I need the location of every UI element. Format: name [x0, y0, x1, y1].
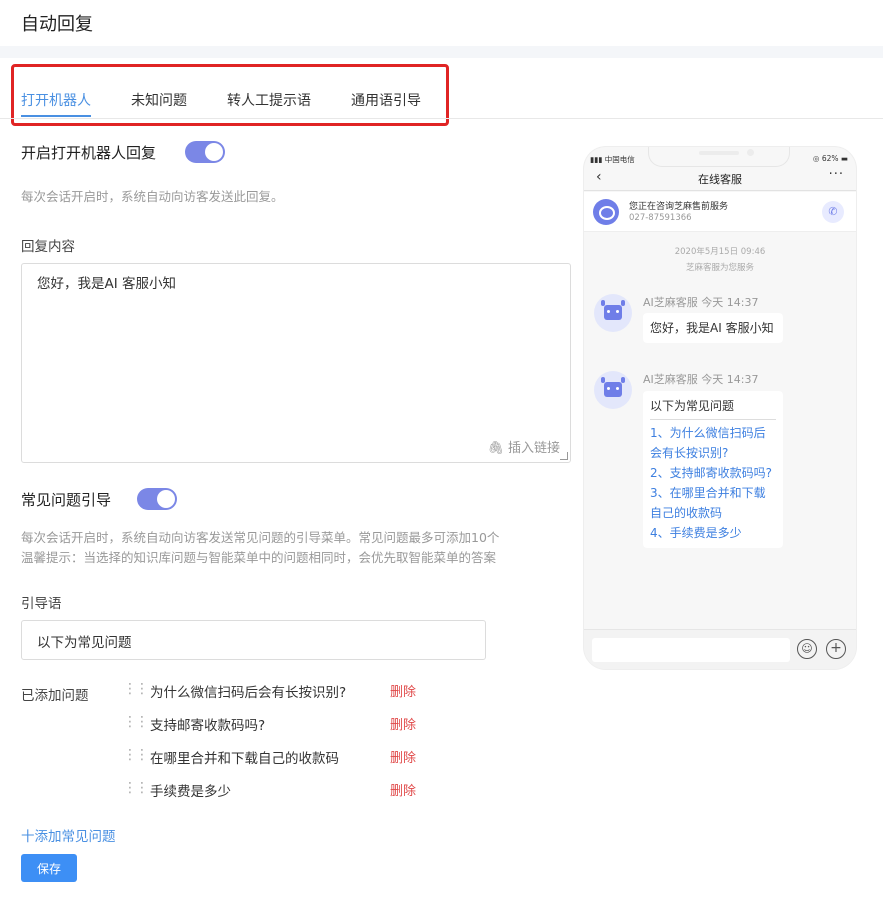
bot-reply-title: 开启打开机器人回复: [21, 144, 157, 162]
faq-guide-hint: 每次会话开启时，系统自动向访客发送常见问题的引导菜单。常见问题最多可添加10个: [21, 530, 500, 545]
faq-message-bubble: 以下为常见问题 1、为什么微信扫码后会有长按识别? 2、支持邮寄收款码吗? 3、…: [643, 391, 783, 548]
faq-question: 在哪里合并和下载自己的收款码: [150, 751, 339, 767]
faq-message-title: 以下为常见问题: [650, 399, 735, 413]
carrier-label: ▮▮▮ 中国电信: [590, 154, 635, 165]
reply-content-textarea[interactable]: 您好，我是AI 客服小知 🖇 插入链接: [21, 263, 571, 463]
drag-handle-icon[interactable]: ⋮⋮: [123, 681, 149, 697]
save-button[interactable]: 保存: [21, 854, 77, 882]
faq-question: 为什么微信扫码后会有长按识别?: [150, 685, 347, 701]
faq-item: ⋮⋮ 支持邮寄收款码吗? 删除: [120, 714, 440, 736]
battery-label: ◎ 62% ▬: [812, 154, 848, 163]
plus-icon[interactable]: +: [826, 639, 846, 659]
delete-button[interactable]: 删除: [390, 681, 416, 700]
message-meta: AI芝麻客服 今天 14:37: [643, 296, 759, 309]
toggle-knob: [157, 490, 175, 508]
consult-phone: 027-87591366: [629, 213, 692, 223]
reply-content-text: 您好，我是AI 客服小知: [37, 276, 177, 292]
chat-date: 2020年5月15日 09:46: [674, 247, 766, 257]
phone-notch: [648, 147, 790, 167]
faq-item: ⋮⋮ 为什么微信扫码后会有长按识别? 删除: [120, 681, 440, 703]
service-avatar: [593, 199, 619, 225]
message-bubble: 您好，我是AI 客服小知: [643, 313, 783, 343]
battery-text: 62%: [821, 154, 839, 163]
battery-icon: ◎: [812, 154, 820, 163]
faq-link[interactable]: 3、在哪里合并和下载自己的收款码: [650, 483, 776, 523]
message-meta: AI芝麻客服 今天 14:37: [643, 373, 759, 386]
emoji-icon[interactable]: ☺: [797, 639, 817, 659]
chat-input[interactable]: [592, 638, 790, 662]
speaker-icon: [699, 151, 739, 155]
faq-question: 手续费是多少: [150, 784, 231, 800]
faq-link[interactable]: 1、为什么微信扫码后会有长按识别?: [650, 423, 776, 463]
insert-link-button[interactable]: 🖇 插入链接: [487, 437, 560, 456]
faq-guide-title: 常见问题引导: [21, 491, 112, 509]
delete-button[interactable]: 删除: [390, 714, 416, 733]
phone-call-icon[interactable]: ✆: [822, 201, 844, 223]
bot-reply-hint: 每次会话开启时，系统自动向访客发送此回复。: [21, 189, 284, 204]
paperclip-icon: 🖇: [487, 441, 504, 456]
title-divider: [0, 46, 883, 58]
tab-transfer-prompt[interactable]: 转人工提示语: [227, 90, 311, 110]
added-questions-label: 已添加问题: [21, 688, 89, 704]
faq-link[interactable]: 2、支持邮寄收款码吗?: [650, 463, 776, 483]
delete-button[interactable]: 删除: [390, 747, 416, 766]
delete-button[interactable]: 删除: [390, 780, 416, 799]
drag-handle-icon[interactable]: ⋮⋮: [123, 780, 149, 796]
consult-bar: 您正在咨询芝麻售前服务 027-87591366 ✆: [584, 192, 856, 232]
tab-bar: 打开机器人 未知问题 转人工提示语 通用语引导: [21, 90, 461, 110]
toggle-knob: [205, 143, 223, 161]
guide-label: 引导语: [21, 596, 62, 612]
carrier-text: 中国电信: [604, 155, 635, 164]
faq-item: ⋮⋮ 手续费是多少 删除: [120, 780, 440, 802]
reply-content-label: 回复内容: [21, 239, 75, 255]
consult-name: 您正在咨询芝麻售前服务: [629, 202, 729, 212]
page-title: 自动回复: [21, 14, 93, 35]
bot-avatar: [594, 294, 632, 332]
insert-link-label: 插入链接: [507, 441, 560, 456]
faq-question: 支持邮寄收款码吗?: [150, 718, 266, 734]
guide-input[interactable]: 以下为常见问题: [21, 620, 486, 660]
active-tab-underline: [21, 115, 91, 117]
faq-guide-toggle[interactable]: [137, 488, 177, 510]
chat-system-message: 芝麻客服为您服务: [685, 263, 754, 273]
bot-avatar: [594, 371, 632, 409]
phone-preview: ▮▮▮ 中国电信 ◎ 62% ▬ ‹ 在线客服 ··· 您正在咨询芝麻售前服务 …: [584, 147, 856, 669]
bubble-divider: [650, 419, 776, 420]
bot-reply-toggle[interactable]: [185, 141, 225, 163]
faq-guide-tip: 温馨提示：当选择的知识库问题与智能菜单中的问题相同时，会优先取智能菜单的答案: [21, 550, 497, 565]
drag-handle-icon[interactable]: ⋮⋮: [123, 747, 149, 763]
tab-unknown-question[interactable]: 未知问题: [131, 90, 187, 110]
phone-nav-bar: ‹ 在线客服 ···: [584, 167, 856, 191]
faq-item: ⋮⋮ 在哪里合并和下载自己的收款码 删除: [120, 747, 440, 769]
drag-handle-icon[interactable]: ⋮⋮: [123, 714, 149, 730]
tabs-divider: [0, 118, 883, 119]
signal-icon: ▮▮▮: [590, 155, 603, 164]
resize-grip-icon[interactable]: [560, 452, 568, 460]
camera-icon: [747, 149, 754, 156]
tab-common-guide[interactable]: 通用语引导: [351, 90, 421, 110]
tab-open-robot[interactable]: 打开机器人: [21, 90, 91, 110]
phone-nav-title: 在线客服: [698, 173, 742, 186]
add-faq-button[interactable]: 十添加常见问题: [21, 825, 116, 845]
faq-link[interactable]: 4、手续费是多少: [650, 523, 776, 543]
message-text: 您好，我是AI 客服小知: [650, 321, 774, 335]
chat-input-area: ☺ +: [584, 629, 856, 669]
more-icon[interactable]: ···: [829, 167, 844, 182]
